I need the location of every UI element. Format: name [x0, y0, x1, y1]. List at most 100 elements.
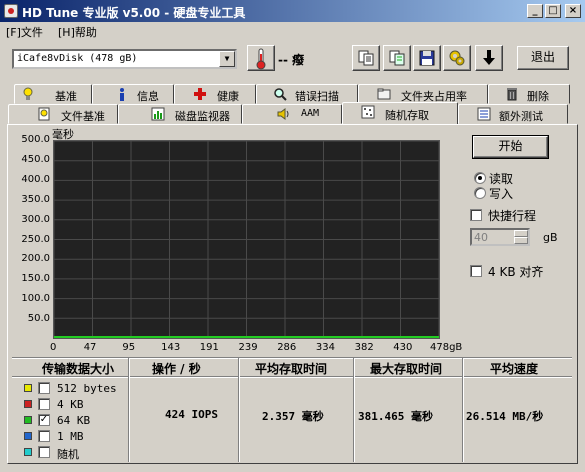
copy-all-button[interactable]: [383, 45, 411, 71]
drive-select[interactable]: iCafe8vDisk (478 gB) ▼: [12, 49, 237, 69]
title-bar: HD Tune 专业版 v5.00 - 硬盘专业工具 _ □ ×: [0, 0, 585, 22]
random-dots-icon: [361, 105, 375, 119]
tab-aam[interactable]: AAM: [242, 104, 342, 124]
magnifier-icon: [274, 88, 287, 101]
folder-icon: [377, 88, 391, 100]
transfer-size-checkbox[interactable]: [38, 446, 50, 458]
maximize-button[interactable]: □: [545, 4, 561, 18]
extra-test-icon: [477, 107, 491, 121]
x-tick-label: 286: [277, 342, 297, 353]
series-color-swatch: [24, 432, 32, 440]
short-stroke-checkbox[interactable]: [470, 209, 482, 221]
x-tick-label: 430: [393, 342, 413, 353]
y-tick-label: 50.0: [27, 313, 50, 325]
y-tick-label: 250.0: [21, 233, 50, 245]
tab-label: 删除: [527, 90, 549, 103]
short-stroke-spinner[interactable]: 40: [470, 228, 530, 246]
app-icon: [4, 4, 18, 18]
minimize-button[interactable]: _: [527, 4, 543, 18]
close-button[interactable]: ×: [565, 4, 581, 18]
transfer-size-checkbox[interactable]: [38, 430, 50, 442]
download-button[interactable]: [475, 45, 503, 71]
lightbulb-icon: [23, 87, 33, 100]
series-color-swatch: [24, 416, 32, 424]
menu-bar: [F]文件 [H]帮助: [0, 22, 585, 40]
x-tick-label: 382: [354, 342, 374, 353]
spin-up-button[interactable]: [514, 230, 528, 237]
tab-error-scan[interactable]: 错误扫描: [256, 84, 358, 104]
exit-button[interactable]: 退出: [517, 46, 569, 70]
y-tick-label: 300.0: [21, 213, 50, 225]
x-tick-label: 191: [199, 342, 219, 353]
transfer-size-label: 1 MB: [57, 430, 84, 443]
save-button[interactable]: [413, 45, 441, 71]
tab-file-benchmark[interactable]: 文件基准: [8, 104, 118, 124]
col-header-ops: 操作 / 秒: [152, 362, 201, 376]
tab-label: 错误扫描: [295, 90, 339, 103]
tab-folder-usage[interactable]: 文件夹占用率: [358, 84, 488, 104]
series-color-swatch: [24, 400, 32, 408]
write-radio[interactable]: [474, 187, 486, 199]
drive-select-value: iCafe8vDisk (478 gB): [17, 53, 138, 64]
transfer-size-label: 4 KB: [57, 398, 84, 411]
table-divider: [462, 358, 463, 462]
options-button[interactable]: [443, 45, 471, 71]
copy-icon: [358, 50, 374, 66]
table-divider: [128, 358, 129, 462]
x-tick-label: 95: [122, 342, 136, 353]
x-tick-label: 239: [238, 342, 258, 353]
y-tick-label: 200.0: [21, 253, 50, 265]
short-stroke-unit: gB: [543, 231, 558, 244]
transfer-size-checkbox[interactable]: [38, 382, 50, 394]
monitor-chart-icon: [151, 107, 165, 121]
read-radio[interactable]: [474, 172, 486, 184]
tab-label: 磁盘监视器: [175, 110, 230, 123]
menu-help[interactable]: [H]帮助: [58, 24, 97, 40]
table-divider: [238, 358, 239, 462]
tab-random-access[interactable]: 随机存取: [342, 102, 458, 124]
spin-down-button[interactable]: [514, 237, 528, 244]
start-button[interactable]: 开始: [473, 136, 548, 158]
tab-disk-monitor[interactable]: 磁盘监视器: [118, 104, 242, 124]
x-tick-label: 143: [161, 342, 181, 353]
result-avg-speed: 26.514 MB/秒: [466, 410, 544, 423]
tab-erase[interactable]: 删除: [488, 84, 570, 104]
result-ops: 424 IOPS: [165, 408, 218, 421]
y-tick-label: 350.0: [21, 193, 50, 205]
tab-label: 随机存取: [385, 109, 429, 122]
align-4kb-checkbox[interactable]: [470, 265, 482, 277]
info-icon: [120, 88, 124, 101]
align-4kb-label: 4 KB 对齐: [488, 265, 544, 279]
tab-extra-tests[interactable]: 额外测试: [458, 104, 568, 124]
table-divider: [353, 358, 354, 462]
y-tick-label: 100.0: [21, 293, 50, 305]
tab-label: 基准: [55, 90, 77, 103]
result-max-access: 381.465 毫秒: [358, 410, 433, 423]
tab-benchmark[interactable]: 基准: [14, 84, 92, 104]
tab-health[interactable]: 健康: [174, 84, 256, 104]
col-header-max-access: 最大存取时间: [370, 362, 443, 376]
col-header-avg-access: 平均存取时间: [255, 362, 328, 376]
transfer-size-label: 512 bytes: [57, 382, 117, 395]
menu-file[interactable]: [F]文件: [6, 24, 43, 40]
copy-info-button[interactable]: [352, 45, 380, 71]
transfer-size-label: 随机: [57, 448, 79, 461]
tab-label: 信息: [137, 90, 159, 103]
transfer-size-checkbox[interactable]: ✓: [38, 414, 50, 426]
y-tick-label: 500.0: [21, 134, 50, 145]
col-header-avg-speed: 平均速度: [490, 362, 539, 376]
transfer-size-checkbox[interactable]: [38, 398, 50, 410]
tab-info[interactable]: 信息: [92, 84, 174, 104]
result-avg-access: 2.357 毫秒: [262, 410, 324, 423]
down-arrow-icon: [483, 50, 495, 65]
transfer-size-label: 64 KB: [57, 414, 91, 427]
copy-all-icon: [389, 50, 405, 66]
short-stroke-value: 40: [474, 231, 488, 244]
series-color-swatch: [24, 448, 32, 456]
x-tick-label: 478gB: [430, 342, 463, 353]
window-title: HD Tune 专业版 v5.00 - 硬盘专业工具: [22, 6, 246, 20]
chevron-down-icon[interactable]: ▼: [219, 51, 235, 67]
thermometer-button[interactable]: [247, 45, 275, 71]
tab-label: 额外测试: [499, 110, 543, 123]
table-top-rule: [12, 357, 572, 358]
